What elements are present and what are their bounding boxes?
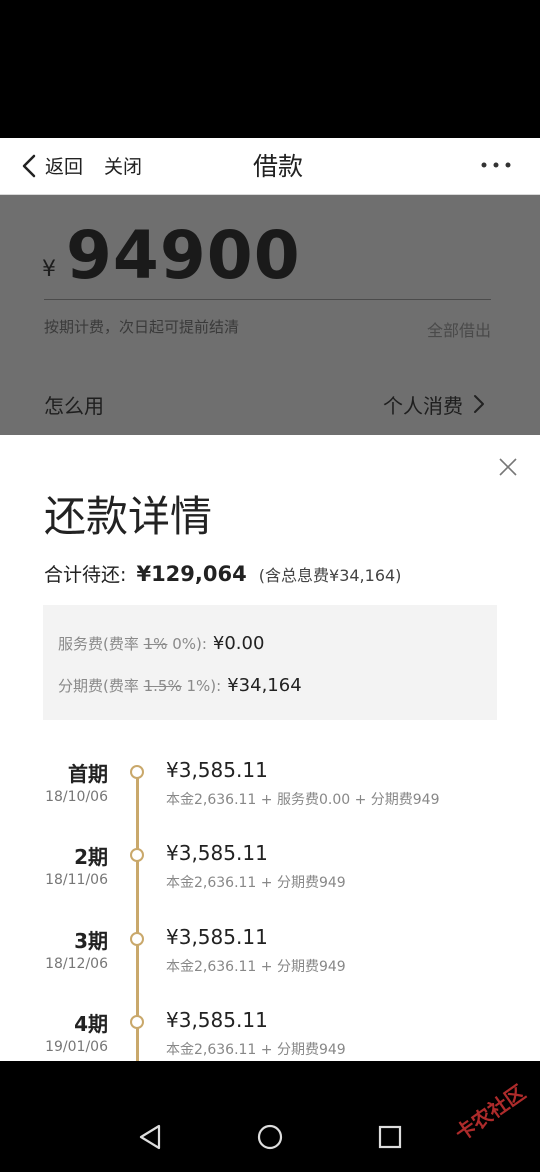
status-bar xyxy=(0,0,540,138)
timeline-dot xyxy=(130,1015,144,1029)
installment-period: 2期 xyxy=(74,845,108,869)
total-repayment: 合计待还: ¥129,064 (含总息费¥34,164) xyxy=(44,560,401,587)
back-triangle-icon[interactable] xyxy=(137,1123,165,1151)
chevron-right-icon[interactable] xyxy=(472,393,486,415)
new-rate: 0%): xyxy=(167,635,207,653)
fee-value: ¥0.00 xyxy=(212,633,265,654)
installment-row: 2期 18/11/06 ¥3,585.11 本金2,636.11 + 分期费94… xyxy=(0,841,540,911)
more-icon[interactable] xyxy=(480,160,512,170)
installment-row: 4期 19/01/06 ¥3,585.11 本金2,636.11 + 分期费94… xyxy=(0,1008,540,1061)
borrow-all-button[interactable]: 全部借出 xyxy=(427,317,491,341)
close-button[interactable]: 关闭 xyxy=(104,152,142,179)
installment-detail: 本金2,636.11 + 服务费0.00 + 分期费949 xyxy=(166,792,440,808)
usage-label: 怎么用 xyxy=(44,394,104,418)
currency-symbol: ¥ xyxy=(42,257,56,282)
loan-amount-panel: ¥ 94900 按期计费，次日起可提前结清 全部借出 怎么用 个人消费 xyxy=(0,195,540,435)
old-rate: 1% xyxy=(143,635,168,653)
installment-amount: ¥3,585.11 xyxy=(166,925,268,949)
installment-date: 18/11/06 xyxy=(45,872,108,888)
usage-selector[interactable]: 个人消费 xyxy=(383,390,463,419)
sheet-title: 还款详情 xyxy=(44,492,213,541)
repayment-details-sheet: 还款详情 合计待还: ¥129,064 (含总息费¥34,164) 服务费(费率… xyxy=(0,435,540,1061)
total-fee: (含总息费¥34,164) xyxy=(258,566,402,585)
timeline-dot xyxy=(130,765,144,779)
installment-date: 18/12/06 xyxy=(45,956,108,972)
installment-amount: ¥3,585.11 xyxy=(166,758,268,782)
installment-amount: ¥3,585.11 xyxy=(166,841,268,865)
installment-row: 首期 18/10/06 ¥3,585.11 本金2,636.11 + 服务费0.… xyxy=(0,758,540,828)
fee-summary-box: 服务费(费率 1% 0%): ¥0.00 分期费(费率 1.5% 1%): ¥34,… xyxy=(43,605,497,720)
timeline-dot xyxy=(130,932,144,946)
home-circle-icon[interactable] xyxy=(256,1123,284,1151)
installment-row: 3期 18/12/06 ¥3,585.11 本金2,636.11 + 分期费94… xyxy=(0,925,540,995)
installment-period: 3期 xyxy=(74,929,108,953)
installment-period: 4期 xyxy=(74,1012,108,1036)
fee-label: 服务费(费率 xyxy=(58,635,144,653)
old-rate: 1.5% xyxy=(143,677,182,695)
installment-detail: 本金2,636.11 + 分期费949 xyxy=(166,959,346,975)
fee-value: ¥34,164 xyxy=(227,675,302,696)
total-amount: ¥129,064 xyxy=(136,562,247,586)
loan-amount-input[interactable]: 94900 xyxy=(66,217,301,294)
divider xyxy=(44,299,491,300)
total-label: 合计待还: xyxy=(44,564,127,586)
close-icon[interactable] xyxy=(498,457,518,477)
fee-label: 分期费(费率 xyxy=(58,677,144,695)
chevron-left-icon[interactable] xyxy=(16,150,48,182)
recents-square-icon[interactable] xyxy=(376,1123,404,1151)
top-nav-bar: 返回 关闭 借款 xyxy=(0,138,540,195)
installment-amount: ¥3,585.11 xyxy=(166,1008,268,1032)
billing-hint: 按期计费，次日起可提前结清 xyxy=(44,318,240,336)
installment-detail: 本金2,636.11 + 分期费949 xyxy=(166,1042,346,1058)
back-button[interactable]: 返回 xyxy=(45,152,83,179)
installment-date: 19/01/06 xyxy=(45,1039,108,1055)
installment-date: 18/10/06 xyxy=(45,789,108,805)
timeline-dot xyxy=(130,848,144,862)
installment-fee-row: 分期费(费率 1.5% 1%): ¥34,164 xyxy=(58,675,302,696)
new-rate: 1%): xyxy=(181,677,222,695)
service-fee-row: 服务费(费率 1% 0%): ¥0.00 xyxy=(58,633,264,654)
installment-detail: 本金2,636.11 + 分期费949 xyxy=(166,875,346,891)
installment-period: 首期 xyxy=(68,762,108,786)
